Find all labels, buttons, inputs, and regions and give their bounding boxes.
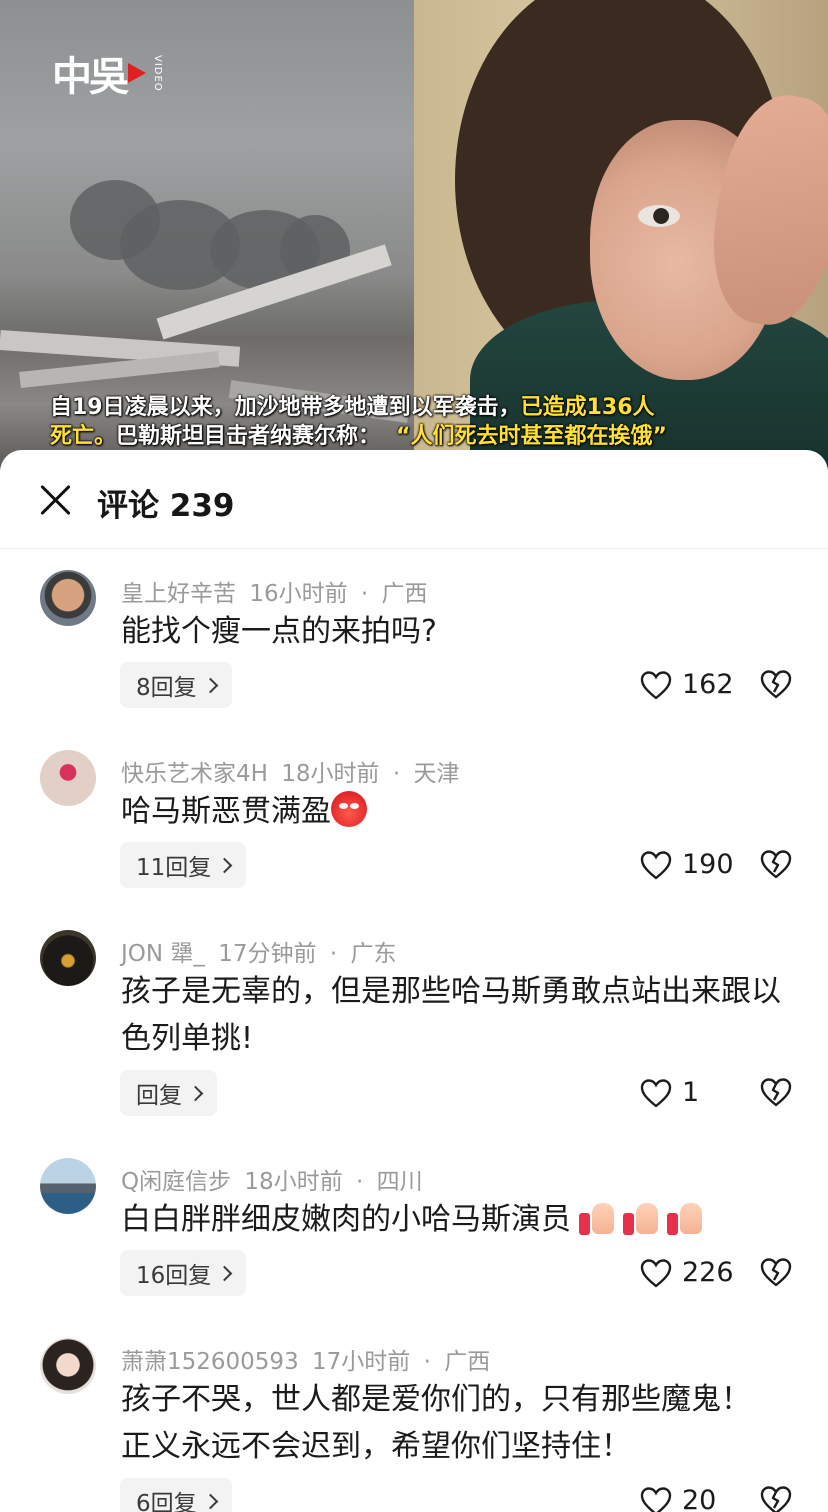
caption-quote: “人们死去时甚至都在挨饿”: [396, 424, 667, 449]
comment-meta: 萧萧152600593 17小时前 · 广西: [121, 1342, 496, 1376]
reply-count: 8回复: [136, 675, 197, 701]
chevron-right-icon: [202, 677, 218, 693]
comment-count-title: 评论 239: [97, 488, 235, 524]
chevron-right-icon: [202, 1493, 218, 1509]
meta-dot: ·: [356, 1169, 364, 1195]
child-eye: [638, 205, 680, 227]
comment-time: 16小时前: [249, 581, 348, 607]
avatar[interactable]: [40, 1338, 96, 1394]
comment-time: 18小时前: [281, 761, 380, 787]
view-replies-button[interactable]: 11回复: [120, 842, 247, 888]
channel-logo: 中吳 VIDEO: [52, 44, 163, 102]
comment-header: 评论 239: [0, 450, 828, 549]
broken-heart-icon[interactable]: [760, 669, 792, 699]
meta-dot: ·: [392, 761, 401, 787]
like-button[interactable]: 162: [640, 669, 734, 700]
thumbs-up-icon: [667, 1201, 703, 1235]
comment-text-content: 孩子是无辜的，但是那些哈马斯勇敢点站出来跟以色列单挑!: [121, 974, 781, 1056]
view-replies-button[interactable]: 回复: [120, 1070, 217, 1116]
caption-line1-yellow: 已造成136人: [520, 395, 655, 420]
comment-text-content: 白白胖胖细皮嫩肉的小哈马斯演员: [121, 1202, 571, 1237]
thumbs-up-icon: [623, 1201, 659, 1235]
logo-sub: VIDEO: [152, 54, 163, 92]
reply-count: 11回复: [136, 855, 212, 881]
avatar[interactable]: [40, 930, 96, 986]
avatar[interactable]: [40, 750, 96, 806]
comment-time: 17分钟前: [218, 941, 317, 967]
reply-count: 回复: [136, 1083, 182, 1109]
comment-text: 哈马斯恶贯满盈: [121, 788, 801, 835]
comment-author[interactable]: 萧萧152600593: [121, 1349, 299, 1375]
like-button[interactable]: 190: [640, 849, 734, 880]
comment-meta: 快乐艺术家4H 18小时前 · 天津: [121, 754, 465, 788]
avatar[interactable]: [40, 570, 96, 626]
caption-line2-yellow: 死亡。: [50, 424, 117, 449]
comment-location: 广西: [381, 581, 428, 607]
like-count: 1: [682, 1077, 700, 1108]
heart-icon: [640, 1486, 672, 1512]
view-replies-button[interactable]: 16回复: [120, 1250, 247, 1296]
view-replies-button[interactable]: 6回复: [120, 1478, 232, 1512]
comment-author[interactable]: Q闲庭信步: [121, 1169, 231, 1195]
broken-heart-icon[interactable]: [760, 1485, 792, 1512]
comment-text-content: 哈马斯恶贯满盈: [121, 794, 331, 829]
heart-icon: [640, 1078, 672, 1108]
meta-dot: ·: [329, 941, 338, 967]
logo-text: 中吳: [52, 54, 129, 100]
video-player[interactable]: 中吳 VIDEO 自19日凌晨以来，加沙地带多地遭到以军袭击，已造成136人 死…: [0, 0, 828, 470]
angry-face-icon: [331, 791, 367, 827]
thumbs-up-icon: [579, 1201, 615, 1235]
heart-icon: [640, 670, 672, 700]
like-count: 190: [682, 849, 734, 880]
comment-location: 四川: [376, 1169, 423, 1195]
comment-author[interactable]: JON 犟_: [121, 941, 205, 967]
like-count: 162: [682, 669, 734, 700]
comment-time: 18小时前: [244, 1169, 343, 1195]
chevron-right-icon: [217, 1265, 233, 1281]
avatar[interactable]: [40, 1158, 96, 1214]
like-button[interactable]: 1: [640, 1077, 699, 1108]
broken-heart-icon[interactable]: [760, 1077, 792, 1107]
close-icon[interactable]: [38, 482, 74, 518]
reply-count: 6回复: [136, 1491, 197, 1512]
comment-meta: JON 犟_ 17分钟前 · 广东: [121, 934, 402, 968]
heart-icon: [640, 850, 672, 880]
comment-location: 广东: [350, 941, 397, 967]
view-replies-button[interactable]: 8回复: [120, 662, 232, 708]
video-caption: 自19日凌晨以来，加沙地带多地遭到以军袭击，已造成136人 死亡。巴勒斯坦目击者…: [50, 393, 790, 451]
meta-dot: ·: [423, 1349, 431, 1375]
comment-text: 孩子不哭，世人都是爱你们的，只有那些魔鬼！正义永远不会迟到，希望你们坚持住！: [121, 1376, 761, 1470]
comment-location: 广西: [444, 1349, 491, 1375]
reply-count: 16回复: [136, 1263, 212, 1289]
comment-sheet: 评论 239 皇上好辛苦 16小时前 · 广西 能找个瘦一点的来拍吗? 8回复 …: [0, 450, 828, 1512]
play-icon: [128, 63, 146, 83]
comment-author[interactable]: 快乐艺术家4H: [121, 761, 268, 787]
meta-dot: ·: [360, 581, 369, 607]
comment-meta: 皇上好辛苦 16小时前 · 广西: [121, 574, 434, 608]
chevron-right-icon: [217, 857, 233, 873]
comment-text: 孩子是无辜的，但是那些哈马斯勇敢点站出来跟以色列单挑!: [121, 968, 781, 1062]
comment-text: 白白胖胖细皮嫩肉的小哈马斯演员: [121, 1196, 801, 1243]
comment-location: 天津: [413, 761, 460, 787]
comment-text-content: 能找个瘦一点的来拍吗?: [121, 614, 437, 649]
broken-heart-icon[interactable]: [760, 1257, 792, 1287]
comment-author[interactable]: 皇上好辛苦: [121, 581, 236, 607]
caption-line1-white: 自19日凌晨以来，加沙地带多地遭到以军袭击，: [50, 395, 521, 420]
chevron-right-icon: [187, 1085, 204, 1101]
comment-text-content: 孩子不哭，世人都是爱你们的，只有那些魔鬼！正义永远不会迟到，希望你们坚持住！: [121, 1382, 751, 1464]
comment-text: 能找个瘦一点的来拍吗?: [121, 608, 801, 655]
like-count: 226: [682, 1257, 734, 1288]
heart-icon: [640, 1258, 672, 1288]
like-button[interactable]: 226: [640, 1257, 734, 1288]
comment-meta: Q闲庭信步 18小时前 · 四川: [121, 1162, 429, 1196]
comment-time: 17小时前: [312, 1349, 411, 1375]
caption-line2-white: 巴勒斯坦目击者纳赛尔称：: [116, 424, 381, 449]
like-button[interactable]: 20: [640, 1485, 716, 1512]
like-count: 20: [682, 1485, 717, 1512]
broken-heart-icon[interactable]: [760, 849, 792, 879]
